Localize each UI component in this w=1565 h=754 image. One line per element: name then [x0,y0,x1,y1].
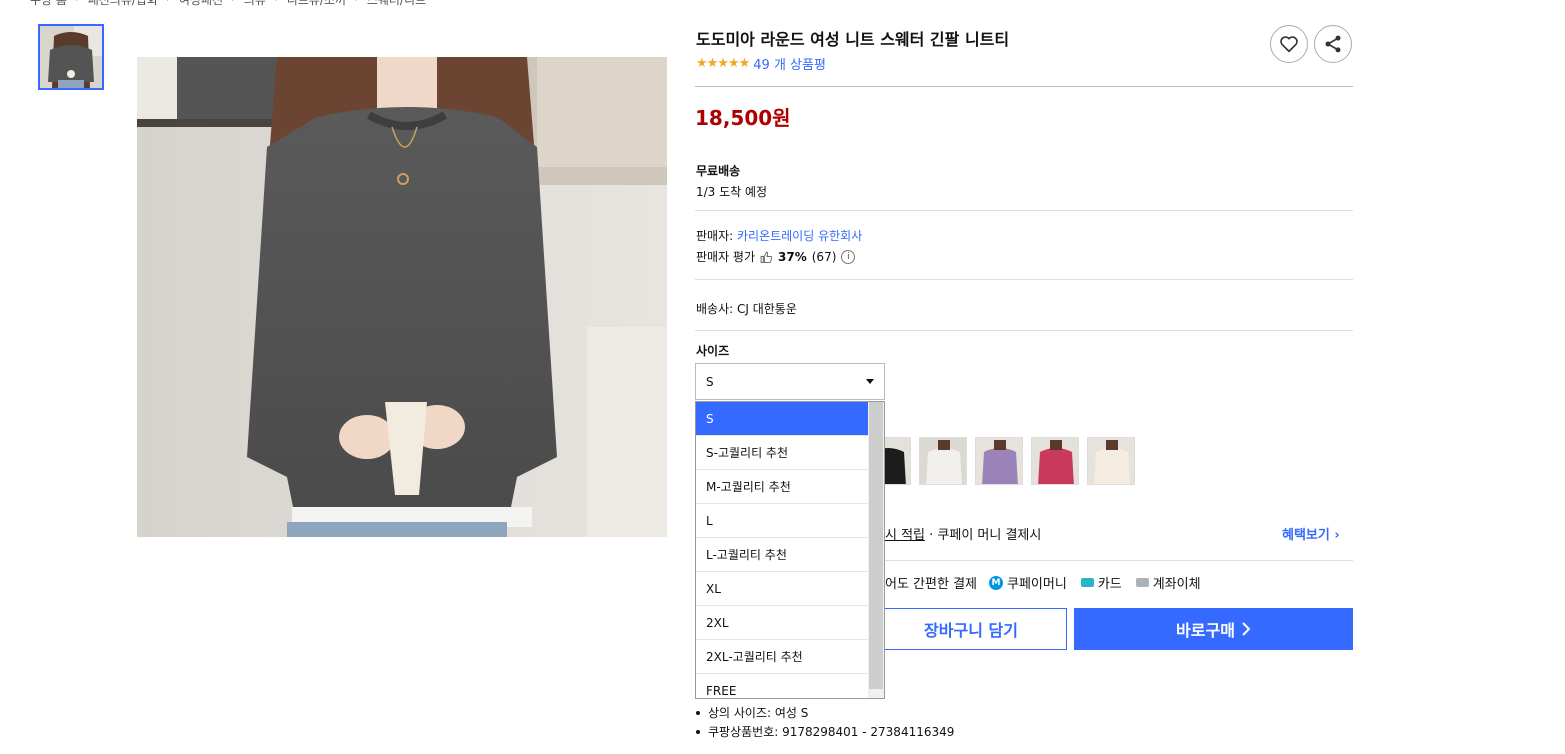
buy-now-label: 바로구매 [1176,621,1235,640]
breadcrumb: 쿠팡 홈 › 패션의류/잡화 › 여성패션 › 의류 › 니트류/조끼 › 스웨터/니트 [30,0,426,8]
size-option[interactable]: XL [696,572,869,606]
size-dropdown-list[interactable]: S S-고퀄리티 추천 M-고퀄리티 추천 L L-고퀄리티 추천 XL 2XL… [695,401,885,699]
size-label: 사이즈 [696,344,730,358]
divider [695,210,1353,211]
product-price: 18,500원 [695,106,791,130]
coupay-icon: M [989,575,1003,590]
benefit-rest-text: · 쿠페이 머니 결제시 [925,528,1042,543]
dropdown-options: S S-고퀄리티 추천 M-고퀄리티 추천 L L-고퀄리티 추천 XL 2XL… [696,402,869,698]
review-count-link[interactable]: 49 개 상품평 [753,54,826,73]
size-option[interactable]: 2XL-고퀄리티 추천 [696,640,869,674]
coupay-label: 쿠페이머니 [1007,577,1067,592]
breadcrumb-item[interactable]: 의류 [244,0,266,8]
product-title: 도도미아 라운드 여성 니트 스웨터 긴팔 니트티 [696,30,1010,49]
size-option[interactable]: FREE [696,674,869,698]
product-main-image [137,57,667,537]
caret-down-icon [866,379,874,384]
size-option[interactable]: L-고퀄리티 추천 [696,538,869,572]
breadcrumb-item[interactable]: 여성패션 [179,0,223,8]
payment-methods: 어도 간편한 결제 M 쿠페이머니 카드 계좌이체 [885,573,1201,592]
scrollbar-thumb[interactable] [869,402,883,689]
free-shipping-label: 무료배송 [696,164,741,178]
breadcrumb-separator: › [274,0,279,8]
seller-label: 판매자: [696,229,737,243]
benefit-view-link[interactable]: 혜택보기 › [1282,524,1340,543]
size-select-value: S [706,374,714,389]
card-icon [1080,578,1094,587]
thumbs-up-icon [760,251,773,263]
share-icon [1325,35,1341,53]
breadcrumb-item[interactable]: 니트류/조끼 [287,0,346,8]
list-item: 쿠팡상품번호: 9178298401 - 27384116349 [696,722,954,741]
product-details-list: 상의 사이즈: 여성 S 쿠팡상품번호: 9178298401 - 273841… [696,703,954,741]
breadcrumb-item[interactable]: 쿠팡 홈 [30,0,67,8]
color-option-thumbnail[interactable] [1031,437,1079,485]
divider [695,86,1353,87]
benefit-underlined-text: 시 적립 [885,528,926,543]
product-thumbnail[interactable] [38,24,104,90]
size-option[interactable]: S-고퀄리티 추천 [696,436,869,470]
color-option-thumbnail[interactable] [919,437,967,485]
breadcrumb-separator: › [354,0,359,8]
seller-rating-label: 판매자 평가 [696,250,756,264]
seller-rating: 판매자 평가 37% (67) i [696,248,856,265]
color-option-thumbnail[interactable] [1087,437,1135,485]
carrier-info: 배송사: CJ 대한통운 [696,302,797,316]
breadcrumb-separator: › [166,0,171,8]
size-option[interactable]: L [696,504,869,538]
rating-summary: ★★★★★ 49 개 상품평 [696,54,826,73]
bank-transfer-icon [1135,578,1149,587]
divider [695,330,1353,331]
star-rating-icon: ★★★★★ [696,56,750,71]
divider [695,279,1353,280]
card-label: 카드 [1097,577,1122,592]
size-select[interactable]: S [695,363,885,400]
buy-now-button[interactable]: 바로구매 [1074,608,1353,650]
benefit-text: 시 적립 · 쿠페이 머니 결제시 [885,524,1041,543]
color-option-thumbnail[interactable] [975,437,1023,485]
share-button[interactable] [1314,25,1352,63]
seller-rating-count: (67) [811,249,837,264]
payment-text: 어도 간편한 결제 [885,577,977,592]
heart-icon [1280,36,1298,53]
breadcrumb-separator: › [231,0,236,8]
size-option[interactable]: 2XL [696,606,869,640]
thumbnail-image [40,26,102,88]
size-option[interactable]: S [696,402,869,436]
size-option[interactable]: M-고퀄리티 추천 [696,470,869,504]
wishlist-button[interactable] [1270,25,1308,63]
breadcrumb-item[interactable]: 패션의류/잡화 [88,0,158,8]
seller-name-link[interactable]: 카리온트레이딩 유한회사 [737,229,862,243]
dropdown-scrollbar[interactable] [868,402,884,698]
seller-rating-percent: 37% [778,249,807,264]
chevron-right-icon [1242,622,1251,636]
seller-info: 판매자: 카리온트레이딩 유한회사 [696,227,862,244]
arrival-estimate: 1/3 도착 예정 [696,185,768,199]
list-item: 상의 사이즈: 여성 S [696,703,954,722]
breadcrumb-separator: › [75,0,80,8]
bank-transfer-label: 계좌이체 [1152,577,1201,592]
breadcrumb-item[interactable]: 스웨터/니트 [367,0,426,8]
info-icon[interactable]: i [841,249,856,264]
